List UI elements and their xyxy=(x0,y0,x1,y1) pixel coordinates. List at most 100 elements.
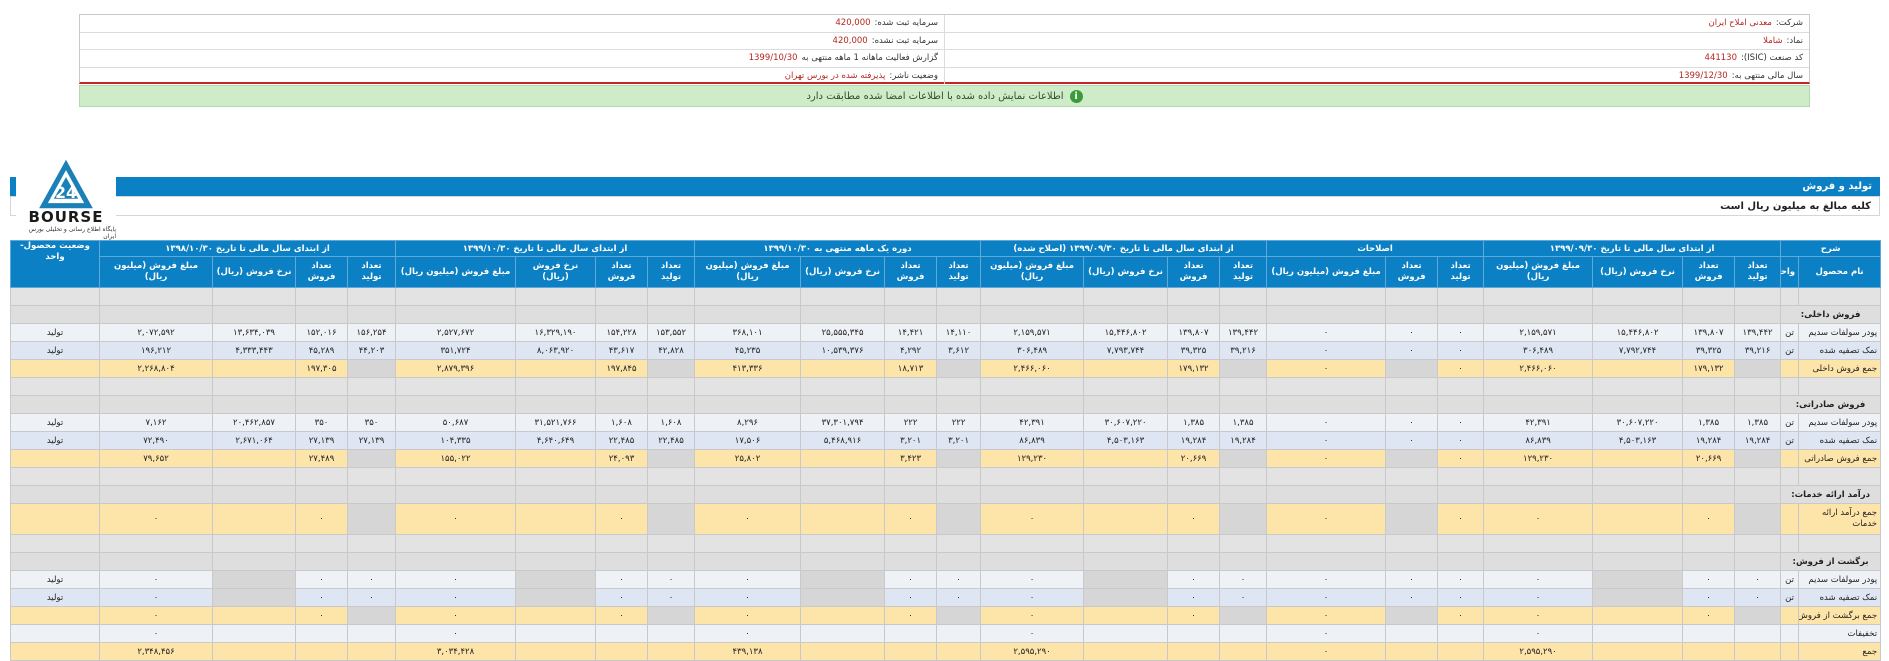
table-cell xyxy=(800,503,886,535)
table-cell: ۳۵۱,۷۲۴ xyxy=(395,341,516,360)
table-cell: ۰ xyxy=(647,570,695,589)
table-row: جمع ۲,۵۹۵,۲۹۰ ۰ ۲,۵۹۵,۲۹۰ ۴۳۹,۱۳۸ ۳,۰۳۴,۴۲۸ ۲,… xyxy=(10,642,1882,661)
category-filler xyxy=(515,552,596,571)
table-cell xyxy=(647,606,695,625)
table-cell: ۰ xyxy=(1437,359,1485,378)
table-cell xyxy=(1592,570,1684,589)
table-cell: ۲۴,۰۹۳ xyxy=(595,449,648,468)
table-cell: ۱۳۹,۸۰۷ xyxy=(1682,323,1736,342)
table-cell: ۱۵,۴۴۶,۸۰۲ xyxy=(1592,323,1684,342)
spacer-cell xyxy=(1682,287,1736,306)
table-cell: ۴۴,۲۰۳ xyxy=(347,341,396,360)
category-filler xyxy=(1592,485,1684,504)
product-name: پودر سولفات سدیم xyxy=(1798,323,1882,342)
category-filler xyxy=(647,552,695,571)
table-cell: ۰ xyxy=(1483,606,1594,625)
spacer-cell xyxy=(212,534,296,553)
spacer-cell xyxy=(395,534,516,553)
table-cell: ۱,۶۰۸ xyxy=(595,413,648,432)
spacer-cell xyxy=(1734,287,1782,306)
spacer-cell xyxy=(1734,377,1782,396)
table-cell: ۱۷,۵۰۶ xyxy=(693,431,802,450)
category-filler xyxy=(1385,305,1439,324)
table-cell xyxy=(1083,642,1169,661)
subheader-prod-qty: تعداد تولید xyxy=(347,256,396,288)
category-filler xyxy=(1167,485,1221,504)
table-cell xyxy=(1592,588,1684,607)
category-filler xyxy=(1083,485,1169,504)
table-cell: ۰ xyxy=(99,606,213,625)
table-cell xyxy=(647,359,695,378)
table-cell: ۱,۳۸۵ xyxy=(1734,413,1782,432)
table-cell: ۱۵۵,۰۲۲ xyxy=(395,449,516,468)
table-cell: ۷۲,۴۹۰ xyxy=(99,431,213,450)
category-filler xyxy=(693,552,802,571)
col-group-5: از ابتدای سال مالی تا تاریخ ۱۳۹۹/۱۰/۳۰ xyxy=(395,240,695,257)
category-filler xyxy=(884,485,938,504)
category-row: فروش صادراتی: xyxy=(10,395,1882,414)
spacer-cell xyxy=(647,467,695,486)
table-cell xyxy=(1083,624,1169,643)
table-cell: ۰ xyxy=(1437,606,1485,625)
spacer-cell xyxy=(212,377,296,396)
spacer-cell xyxy=(99,534,213,553)
table-cell: ۱۰,۵۳۹,۳۷۶ xyxy=(800,341,886,360)
table-cell: ۱۹۶,۲۱۲ xyxy=(99,341,213,360)
table-cell: ۱۵۶,۲۵۴ xyxy=(347,323,396,342)
table-cell xyxy=(1592,606,1684,625)
table-cell: ۲,۱۵۹,۵۷۱ xyxy=(980,323,1085,342)
col-group-2: اصلاحات xyxy=(1266,240,1485,257)
table-cell xyxy=(1219,624,1268,643)
fiscal-year-label: سال مالی منتهی به: xyxy=(1731,70,1803,81)
table-cell xyxy=(212,624,296,643)
spacer-cell xyxy=(980,287,1085,306)
table-cell xyxy=(884,624,938,643)
category-filler xyxy=(1219,305,1268,324)
table-cell xyxy=(647,449,695,468)
table-cell: ۰ xyxy=(693,624,802,643)
spacer-cell xyxy=(936,534,982,553)
symbol-link[interactable]: شاملا xyxy=(1763,36,1782,46)
table-cell: ۱۷۹,۱۳۲ xyxy=(1682,359,1736,378)
table-cell xyxy=(1682,642,1736,661)
table-cell: ۰ xyxy=(1483,570,1594,589)
notice-text: اطلاعات نمایش داده شده با اطلاعات امضا ش… xyxy=(806,90,1064,102)
table-cell: ۱۰۴,۳۳۵ xyxy=(395,431,516,450)
category-filler xyxy=(295,485,348,504)
category-filler xyxy=(1385,485,1439,504)
category-filler xyxy=(595,395,648,414)
bourse-logo[interactable]: 24 BOURSE پایگاه اطلاع رسانی و تحلیلی بو… xyxy=(16,158,116,240)
category-filler xyxy=(1266,485,1387,504)
table-cell: ۵۰,۶۸۷ xyxy=(395,413,516,432)
product-name: نمک تصفیه شده xyxy=(1798,588,1882,607)
verification-notice: i اطلاعات نمایش داده شده با اطلاعات امضا… xyxy=(79,85,1810,107)
table-cell: ۰ xyxy=(1437,341,1485,360)
table-cell xyxy=(1780,606,1800,625)
table-cell: ۱۳۹,۴۴۲ xyxy=(1734,323,1782,342)
table-cell: ۲,۵۲۷,۶۷۲ xyxy=(395,323,516,342)
table-cell: ۰ xyxy=(1266,588,1387,607)
category-filler xyxy=(1682,305,1736,324)
table-cell xyxy=(1219,449,1268,468)
table-cell: ۴,۵۰۳,۱۶۳ xyxy=(1592,431,1684,450)
table-cell: ۲۲۲ xyxy=(884,413,938,432)
category-row: درآمد ارائه خدمات: xyxy=(10,485,1882,504)
table-cell xyxy=(936,642,982,661)
table-cell: ۱,۳۸۵ xyxy=(1682,413,1736,432)
product-status xyxy=(10,503,100,535)
table-cell xyxy=(800,359,886,378)
table-cell: ۱۹,۲۸۴ xyxy=(1734,431,1782,450)
table-cell xyxy=(295,642,348,661)
product-name: جمع درآمد ارائه خدمات xyxy=(1798,503,1882,535)
col-desc-header: شرح xyxy=(1780,240,1882,257)
table-cell: ۴۳,۶۱۷ xyxy=(595,341,648,360)
subheader-rate: نرخ فروش (ریال) xyxy=(1083,256,1169,288)
product-status: تولید xyxy=(10,341,100,360)
spacer-cell xyxy=(1266,287,1387,306)
category-filler xyxy=(936,395,982,414)
table-row: نمک تصفیه شده تن ۰ ۰ ۰ ۰ ۰ ۰ ۰ ۰ ۰ ۰ ۰ ۰ ۰ ۰ ۰ ۰ ۰ ۰ تولید xyxy=(10,588,1882,607)
category-filler xyxy=(1167,395,1221,414)
table-cell: ۲,۵۹۵,۲۹۰ xyxy=(1483,642,1594,661)
spacer-cell xyxy=(212,467,296,486)
table-cell: ۱۶,۳۲۹,۱۹۰ xyxy=(515,323,596,342)
